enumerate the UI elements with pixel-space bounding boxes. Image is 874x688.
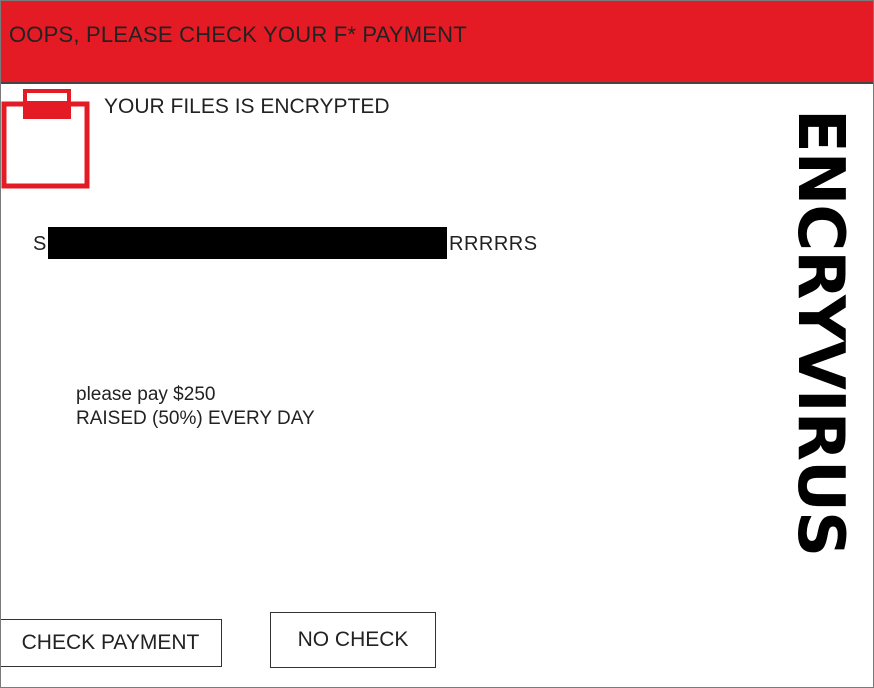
- check-payment-button[interactable]: CHECK PAYMENT: [1, 619, 222, 667]
- redaction-bar: [48, 227, 447, 259]
- no-check-button[interactable]: NO CHECK: [270, 612, 436, 668]
- payment-info: please pay $250 RAISED (50%) EVERY DAY: [76, 383, 315, 431]
- ransom-window: OOPS, PLEASE CHECK YOUR F* PAYMENT YOUR …: [0, 0, 874, 688]
- brand-logo: ENCRYVIRUS: [791, 109, 849, 665]
- redacted-suffix: RRRRRS: [449, 233, 538, 255]
- brand-text: ENCRYVIRUS: [791, 109, 849, 557]
- title-bar: OOPS, PLEASE CHECK YOUR F* PAYMENT: [1, 1, 873, 84]
- raise-text: RAISED (50%) EVERY DAY: [76, 408, 315, 429]
- encrypted-headline: YOUR FILES IS ENCRYPTED: [104, 95, 390, 118]
- redacted-message: S RRRRRS: [33, 227, 553, 259]
- redacted-prefix: S: [33, 233, 47, 255]
- window-title: OOPS, PLEASE CHECK YOUR F* PAYMENT: [9, 22, 467, 47]
- clipboard-icon: [1, 89, 90, 189]
- price-text: please pay $250: [76, 384, 216, 405]
